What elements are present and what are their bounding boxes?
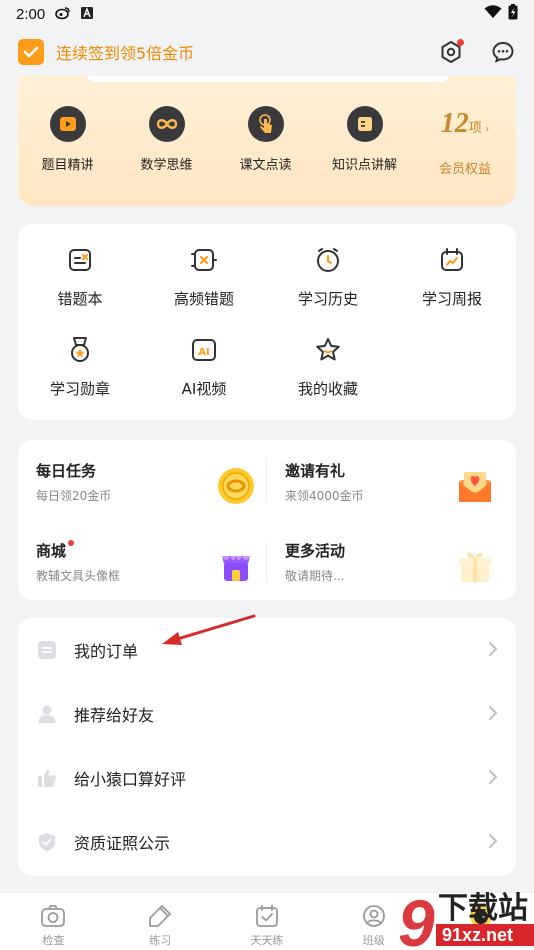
tool-label: 高频错题 xyxy=(173,290,234,308)
ai-video-icon: AI xyxy=(192,339,216,361)
tool-label: 我的收藏 xyxy=(297,380,358,398)
tool-label: 学习勋章 xyxy=(49,380,110,398)
vip-rights-label: 会员权益 xyxy=(438,162,491,177)
svg-text:下载站: 下载站 xyxy=(438,891,528,926)
star-icon xyxy=(316,338,340,361)
user-icon xyxy=(36,703,58,725)
tool-ai-video[interactable]: AI AI视频 xyxy=(142,336,266,399)
vip-item-text-reading[interactable]: 课文点读 xyxy=(216,106,315,177)
menu-my-orders[interactable]: 我的订单 xyxy=(18,618,516,682)
tool-label: 错题本 xyxy=(57,290,103,308)
tab-label: 天天练 xyxy=(250,934,284,947)
menu-rate-app[interactable]: 给小猿口算好评 xyxy=(18,746,516,810)
chevron-right-icon xyxy=(488,638,498,662)
top-bar: 连续签到领5倍金币 xyxy=(0,28,534,76)
shop-badge-dot xyxy=(68,540,75,546)
weekly-report-icon xyxy=(441,248,463,271)
tool-my-favorites[interactable]: 我的收藏 xyxy=(266,336,390,399)
settings-badge-dot xyxy=(457,39,464,46)
order-icon xyxy=(36,639,58,661)
menu-label: 给小猿口算好评 xyxy=(74,770,187,789)
chevron-right-icon: › xyxy=(481,120,490,135)
play-icon xyxy=(49,106,86,142)
task-invite[interactable]: 邀请有礼 来领4000金币 xyxy=(285,460,515,520)
tab-check[interactable]: 检查 xyxy=(0,893,107,950)
tool-frequent-wrong[interactable]: 高频错题 xyxy=(142,246,266,309)
thumbs-up-icon xyxy=(36,767,58,789)
battery-icon xyxy=(508,4,518,24)
envelope-icon xyxy=(459,472,491,502)
chevron-right-icon xyxy=(488,766,498,790)
vip-item-label: 数学思维 xyxy=(140,158,193,173)
tab-label: 检查 xyxy=(42,934,65,947)
tab-label: 练习 xyxy=(149,934,172,947)
shop-icon xyxy=(222,556,250,581)
tool-label: 学习周报 xyxy=(421,290,482,308)
vip-rights-entry[interactable]: 12项 › 会员权益 xyxy=(414,106,516,177)
pencil-tag-icon xyxy=(149,905,172,927)
tool-label: AI视频 xyxy=(181,380,227,398)
menu-label: 资质证照公示 xyxy=(74,834,171,853)
svg-text:AI: AI xyxy=(198,347,209,358)
checkin-banner-text[interactable]: 连续签到领5倍金币 xyxy=(56,40,194,64)
settings-icon[interactable] xyxy=(438,39,464,65)
wifi-icon xyxy=(484,5,502,23)
finger-tap-icon xyxy=(247,106,284,142)
task-daily[interactable]: 每日任务 每日领20金币 xyxy=(36,460,266,520)
task-shop[interactable]: 商城 教辅文具头像框 xyxy=(36,540,266,600)
vip-item-label: 课文点读 xyxy=(239,158,292,173)
tasks-card: 每日任务 每日领20金币 邀请有礼 来领4000金币 商城 教辅文具头像框 更多… xyxy=(18,440,516,600)
menu-recommend-friend[interactable]: 推荐给好友 xyxy=(18,682,516,746)
checkin-icon[interactable] xyxy=(18,39,44,65)
vip-item-math-thinking[interactable]: 数学思维 xyxy=(117,106,216,177)
tool-weekly-report[interactable]: 学习周报 xyxy=(390,246,514,309)
tool-label: 学习历史 xyxy=(297,290,358,308)
annotation-arrow xyxy=(162,614,256,645)
vip-benefits-card: 题目精讲 数学思维 课文点读 知识点讲解 12项 › 会员权益 xyxy=(18,76,516,206)
chevron-right-icon xyxy=(488,702,498,726)
task-more-activities[interactable]: 更多活动 敬请期待... xyxy=(285,540,515,600)
clock-icon xyxy=(317,248,339,272)
vip-item-knowledge-explain[interactable]: 知识点讲解 xyxy=(315,106,414,177)
coin-icon xyxy=(218,468,254,504)
medal-icon xyxy=(71,337,89,362)
class-icon xyxy=(362,905,385,927)
calendar-check-icon xyxy=(256,904,278,927)
status-bar: 2:00 xyxy=(0,0,534,28)
tool-wrong-book[interactable]: 错题本 xyxy=(18,246,142,309)
menu-label: 我的订单 xyxy=(74,642,139,661)
tab-daily-practice[interactable]: 天天练 xyxy=(214,893,321,950)
site-watermark: 9 下载站 91xz.net xyxy=(398,884,534,950)
vip-item-label: 知识点讲解 xyxy=(331,158,397,173)
tool-study-history[interactable]: 学习历史 xyxy=(266,246,390,309)
camera-icon xyxy=(41,905,66,927)
vip-item-problem-explain[interactable]: 题目精讲 xyxy=(18,106,117,177)
svg-text:91xz.net: 91xz.net xyxy=(442,925,513,945)
tool-study-medal[interactable]: 学习勋章 xyxy=(18,336,142,399)
shield-icon xyxy=(36,831,58,853)
tools-grid: 错题本 高频错题 学习历史 学习周报 学习勋章 AI AI视频 我的收藏 xyxy=(18,224,516,420)
menu-qualification[interactable]: 资质证照公示 xyxy=(18,810,516,874)
weibo-icon xyxy=(55,6,71,23)
tab-label: 班级 xyxy=(362,934,385,947)
chevron-right-icon xyxy=(488,830,498,854)
settings-menu: 我的订单 推荐给好友 给小猿口算好评 资质证照公示 xyxy=(18,618,516,876)
message-icon[interactable] xyxy=(490,39,516,65)
book-icon xyxy=(346,106,383,142)
svg-text:9: 9 xyxy=(400,886,435,950)
notification-a-icon xyxy=(81,6,94,22)
tab-practice[interactable]: 练习 xyxy=(107,893,214,950)
status-time: 2:00 xyxy=(16,5,46,23)
menu-label: 推荐给好友 xyxy=(74,706,155,725)
vip-item-label: 题目精讲 xyxy=(41,158,94,173)
wrong-book-icon xyxy=(69,249,91,271)
frequent-wrong-icon xyxy=(191,249,217,271)
infinity-icon xyxy=(148,106,185,142)
gift-icon xyxy=(459,552,491,582)
vip-rights-count: 12项 › xyxy=(440,108,490,139)
